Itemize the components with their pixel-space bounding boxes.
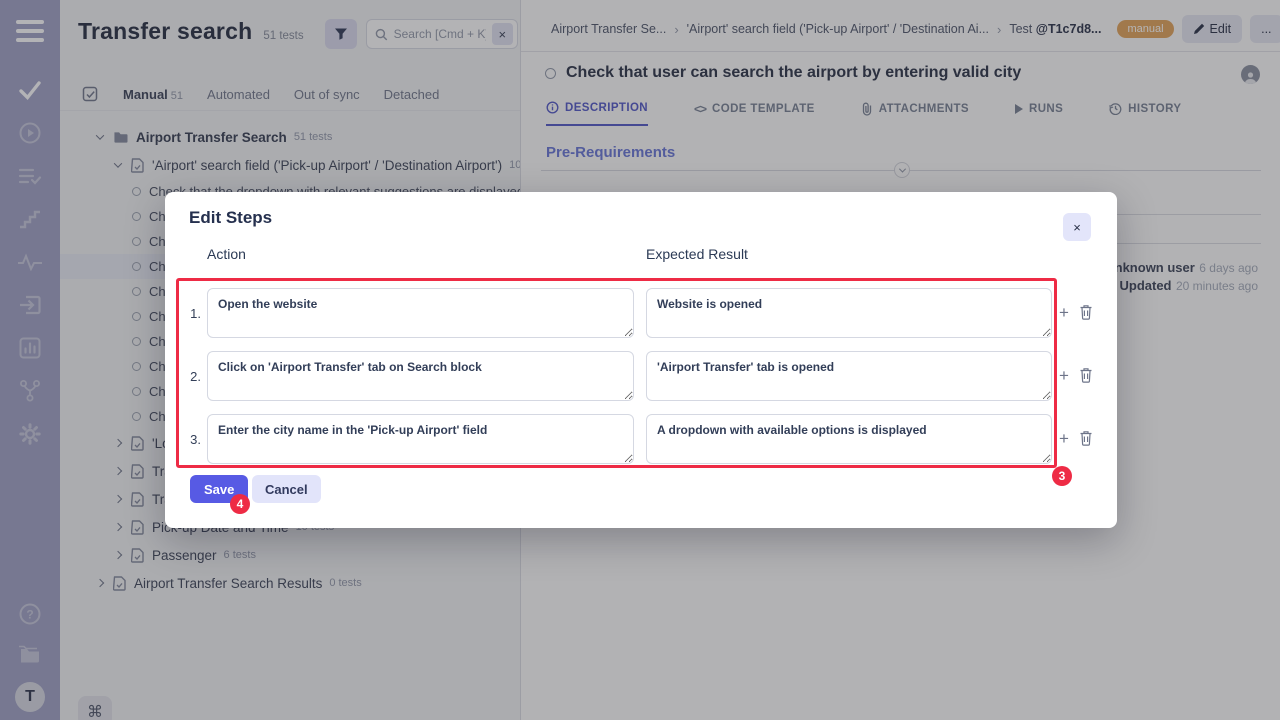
action-column-header: Action — [207, 246, 246, 262]
step-row: 3. + — [165, 414, 1117, 464]
expected-result-column-header: Expected Result — [646, 246, 748, 262]
step-action-input[interactable] — [207, 288, 634, 338]
cancel-button[interactable]: Cancel — [252, 475, 321, 503]
step-row: 1. + — [165, 288, 1117, 338]
edit-steps-modal: Edit Steps × Action Expected Result 1. +2… — [165, 192, 1117, 528]
step-expected-result-input[interactable] — [646, 351, 1052, 401]
steps-list: 1. +2. +3. + — [165, 288, 1117, 477]
add-step-button[interactable]: + — [1053, 364, 1075, 386]
delete-step-button[interactable] — [1077, 367, 1095, 385]
modal-title: Edit Steps — [189, 208, 272, 228]
annotation-number-3: 3 — [1052, 466, 1072, 486]
step-number: 2. — [183, 369, 201, 384]
step-expected-result-input[interactable] — [646, 414, 1052, 464]
step-number: 3. — [183, 432, 201, 447]
step-action-input[interactable] — [207, 351, 634, 401]
annotation-number-4: 4 — [230, 494, 250, 514]
step-expected-result-input[interactable] — [646, 288, 1052, 338]
delete-step-button[interactable] — [1077, 430, 1095, 448]
modal-close-button[interactable]: × — [1063, 213, 1091, 241]
delete-step-button[interactable] — [1077, 304, 1095, 322]
add-step-button[interactable]: + — [1053, 427, 1075, 449]
add-step-button[interactable]: + — [1053, 301, 1075, 323]
step-row: 2. + — [165, 351, 1117, 401]
step-action-input[interactable] — [207, 414, 634, 464]
step-number: 1. — [183, 306, 201, 321]
